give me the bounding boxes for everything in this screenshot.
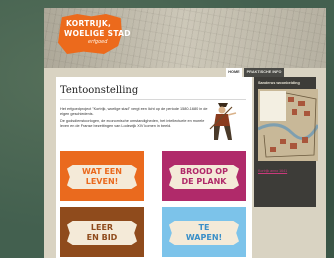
tile-line-2: WAPEN! xyxy=(185,233,223,242)
tile-line-1: LEER xyxy=(90,223,114,232)
page-title: Tentoonstelling xyxy=(60,85,139,96)
tile-line-1: TE xyxy=(198,223,210,232)
tile-line-2: EN BID xyxy=(86,233,118,242)
sidebar-title: Sanderus woonbeiding xyxy=(258,81,300,85)
sidebar: Sanderus woonbeiding Kortrijk anno 1641 xyxy=(254,77,318,207)
city-map-image[interactable] xyxy=(258,89,318,161)
logo-line-1[interactable]: KORTRIJK, xyxy=(66,20,111,28)
tile-line-1: WAT EEN xyxy=(82,167,122,176)
map-legend xyxy=(260,91,286,121)
site-page: KORTRIJK, WOELIGE STAD erfgoed HOME PRAK… xyxy=(44,8,326,258)
body-text: De godsdienstoorlogen, de economische om… xyxy=(60,119,205,128)
intro-text: Het erfgoedproject "Kortrijk, woelige st… xyxy=(60,107,208,116)
tab-home[interactable]: HOME xyxy=(226,68,242,77)
tile-line-2: DE PLANK xyxy=(181,177,227,186)
logo-tagline: erfgoed xyxy=(88,39,108,45)
map-caption-link[interactable]: Kortrijk anno 1641 xyxy=(258,169,314,174)
tab-praktische-info[interactable]: PRAKTISCHE INFO xyxy=(244,68,284,77)
soldier-illustration xyxy=(209,103,237,140)
page-header: KORTRIJK, WOELIGE STAD erfgoed xyxy=(44,8,326,68)
tile-leer-en-bid[interactable]: LEER EN BID xyxy=(60,207,144,257)
tile-wat-een-leven[interactable]: WAT EEN LEVEN! xyxy=(60,151,144,201)
tile-line-1: BROOD OP xyxy=(180,167,228,176)
main-content: Tentoonstelling Het erfgoedproject "Kort… xyxy=(56,77,252,258)
tile-brood-op-de-plank[interactable]: BROOD OP DE PLANK xyxy=(162,151,246,201)
logo-line-2[interactable]: WOELIGE STAD xyxy=(64,30,131,38)
tile-te-wapen[interactable]: TE WAPEN! xyxy=(162,207,246,257)
tile-line-2: LEVEN! xyxy=(85,177,119,186)
